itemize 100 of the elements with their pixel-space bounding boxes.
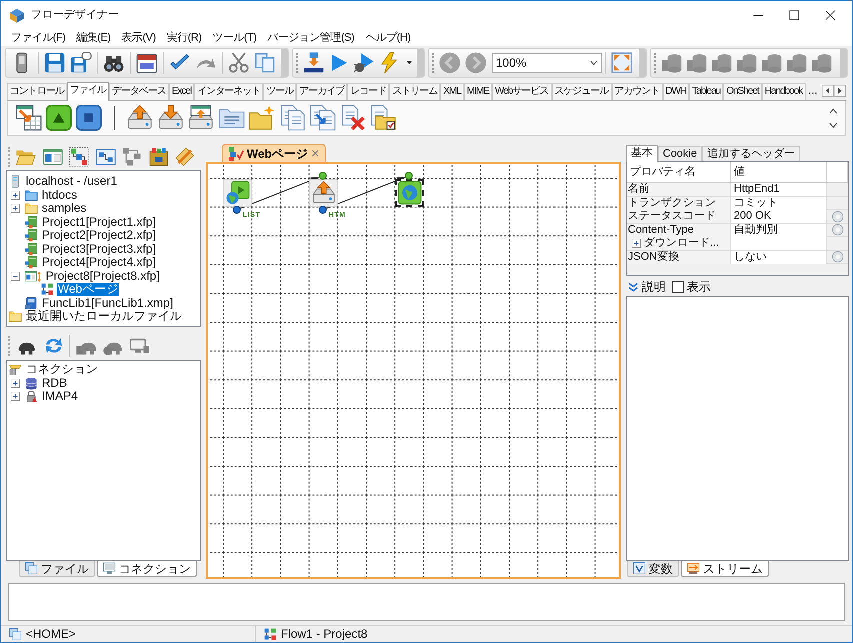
palette-tab[interactable]: アーカイブ — [296, 83, 348, 100]
option-icon[interactable] — [832, 210, 844, 222]
tree-item[interactable]: Project2[Project2.xfp] — [41, 229, 158, 242]
menu-item[interactable]: ファイル(F) — [7, 30, 70, 46]
tree-item[interactable]: Project8[Project8.xfp] — [44, 270, 161, 283]
panel-icon[interactable] — [42, 147, 63, 167]
property-value[interactable]: コミット — [731, 196, 827, 210]
palette-tab[interactable]: Handbook — [762, 83, 806, 100]
tree-item[interactable]: Webページ — [57, 283, 120, 296]
checkbox-label[interactable]: 表示 — [687, 280, 711, 294]
tree-item[interactable]: IMAP4 — [41, 390, 80, 404]
folder-check-icon[interactable] — [371, 105, 398, 131]
tree-item[interactable]: 最近開いたローカルファイル — [25, 310, 183, 324]
pencil-ruler-icon[interactable] — [175, 147, 196, 167]
more-tabs-label[interactable]: ... — [808, 82, 818, 98]
tree-item[interactable]: コネクション — [25, 363, 99, 376]
save-as-icon[interactable] — [70, 52, 92, 74]
menu-item[interactable]: 実行(R) — [162, 30, 206, 46]
scroll-right-icon[interactable] — [834, 84, 846, 96]
folder-star-icon[interactable] — [249, 105, 276, 131]
expand-icon[interactable] — [11, 204, 20, 214]
expand-icon[interactable] — [11, 378, 20, 388]
palette-tab[interactable]: データベース — [109, 83, 169, 100]
palette-tab[interactable]: アカウント — [612, 83, 663, 100]
palette-tab[interactable]: コントロール — [7, 83, 67, 100]
output-port-icon[interactable] — [319, 206, 327, 214]
palette-tab[interactable]: MIME — [464, 83, 492, 100]
property-value[interactable]: HttpEnd1 — [731, 183, 827, 196]
scissors-icon[interactable] — [228, 52, 250, 74]
palette-tab[interactable]: インターネット — [194, 83, 264, 100]
drive-upload-icon[interactable] — [127, 105, 154, 131]
refresh-icon[interactable] — [44, 336, 64, 356]
palette-tab[interactable]: OnSheet — [723, 83, 762, 100]
tree-item[interactable]: Project3[Project3.xfp] — [41, 242, 158, 256]
tree-item[interactable]: FuncLib1[FuncLib1.xmp] — [41, 296, 174, 310]
document-delete-icon[interactable] — [340, 105, 367, 131]
output-port-icon[interactable] — [233, 206, 241, 214]
palette-tab[interactable]: ストリーム — [389, 83, 440, 100]
zoom-combo[interactable]: 100% — [492, 52, 602, 72]
table-drive-icon[interactable] — [188, 105, 214, 131]
palette-tab[interactable]: ファイル — [67, 82, 109, 101]
calendar-icon[interactable] — [136, 52, 158, 74]
tree-item[interactable]: samples — [41, 202, 88, 216]
double-chevron-icon[interactable] — [628, 282, 639, 292]
panel-tab[interactable]: 変数 — [627, 561, 679, 577]
property-value[interactable]: 自動判別 — [731, 224, 827, 236]
collapse-icon[interactable] — [11, 272, 20, 281]
input-port-icon[interactable] — [319, 172, 327, 180]
checkbox[interactable] — [672, 281, 684, 293]
panel-tab[interactable]: ファイル — [19, 561, 95, 577]
fit-screen-icon[interactable] — [611, 52, 633, 74]
tree-item[interactable]: RDB — [41, 376, 68, 390]
bug-play-icon[interactable] — [352, 52, 375, 74]
drive-download-icon[interactable] — [158, 105, 184, 131]
square-tile-icon[interactable] — [76, 105, 102, 131]
expand-icon[interactable] — [11, 392, 20, 402]
scroll-left-icon[interactable] — [822, 84, 834, 96]
save-icon[interactable] — [44, 52, 66, 74]
expand-icon[interactable] — [632, 239, 641, 248]
document-tab[interactable]: Webページ — [222, 144, 326, 162]
palette-tab[interactable]: Webサービス — [492, 83, 552, 100]
property-tab[interactable]: Cookie — [658, 146, 702, 161]
maximize-icon[interactable] — [788, 10, 800, 21]
property-value[interactable]: 200 OK — [731, 210, 827, 223]
option-icon[interactable] — [832, 251, 844, 263]
palette-tab[interactable]: DWH — [662, 83, 690, 100]
close-icon[interactable] — [824, 10, 836, 21]
menu-item[interactable]: ツール(T) — [208, 30, 261, 46]
tree-item[interactable]: Project4[Project4.xfp] — [41, 256, 158, 270]
flow-node[interactable] — [395, 179, 424, 207]
document-arrow-icon[interactable] — [310, 105, 336, 131]
palette-tab[interactable]: ツール — [263, 83, 296, 100]
flow-diagram-icon[interactable] — [69, 147, 90, 167]
copy-icon[interactable] — [254, 52, 276, 74]
tree-item[interactable]: localhost - /user1 — [25, 175, 118, 188]
palette-tab[interactable]: Excel — [169, 83, 194, 100]
flow-panel-icon[interactable] — [96, 147, 116, 167]
tree-item[interactable]: htdocs — [41, 188, 78, 202]
option-icon[interactable] — [832, 224, 844, 236]
menu-item[interactable]: 編集(E) — [72, 30, 115, 46]
menu-item[interactable]: 表示(V) — [118, 30, 160, 46]
input-port-icon[interactable] — [405, 172, 413, 180]
tree-item[interactable]: Project1[Project1.xfp] — [41, 216, 158, 229]
toolbox-icon[interactable] — [148, 147, 169, 167]
palette-tab[interactable]: Tableau — [689, 83, 724, 100]
palette-tab[interactable]: スケジュール — [552, 83, 612, 100]
documents-icon[interactable] — [280, 105, 306, 131]
palette-tab[interactable]: レコード — [347, 83, 390, 100]
property-tab[interactable]: 追加するヘッダー — [702, 146, 800, 161]
panel-tab[interactable]: コネクション — [97, 561, 197, 577]
menu-item[interactable]: バージョン管理(S) — [264, 30, 358, 46]
palette-tab[interactable]: XML — [440, 83, 464, 100]
property-value[interactable]: しない — [731, 250, 827, 264]
triangle-tile-icon[interactable] — [46, 105, 72, 131]
table-arrow-icon[interactable] — [16, 105, 42, 131]
panel-tab[interactable]: ストリーム — [681, 561, 769, 577]
property-tab[interactable]: 基本 — [626, 145, 658, 162]
expand-icon[interactable] — [11, 190, 20, 200]
data-arrow-icon[interactable] — [302, 52, 325, 74]
menu-item[interactable]: ヘルプ(H) — [361, 30, 415, 46]
